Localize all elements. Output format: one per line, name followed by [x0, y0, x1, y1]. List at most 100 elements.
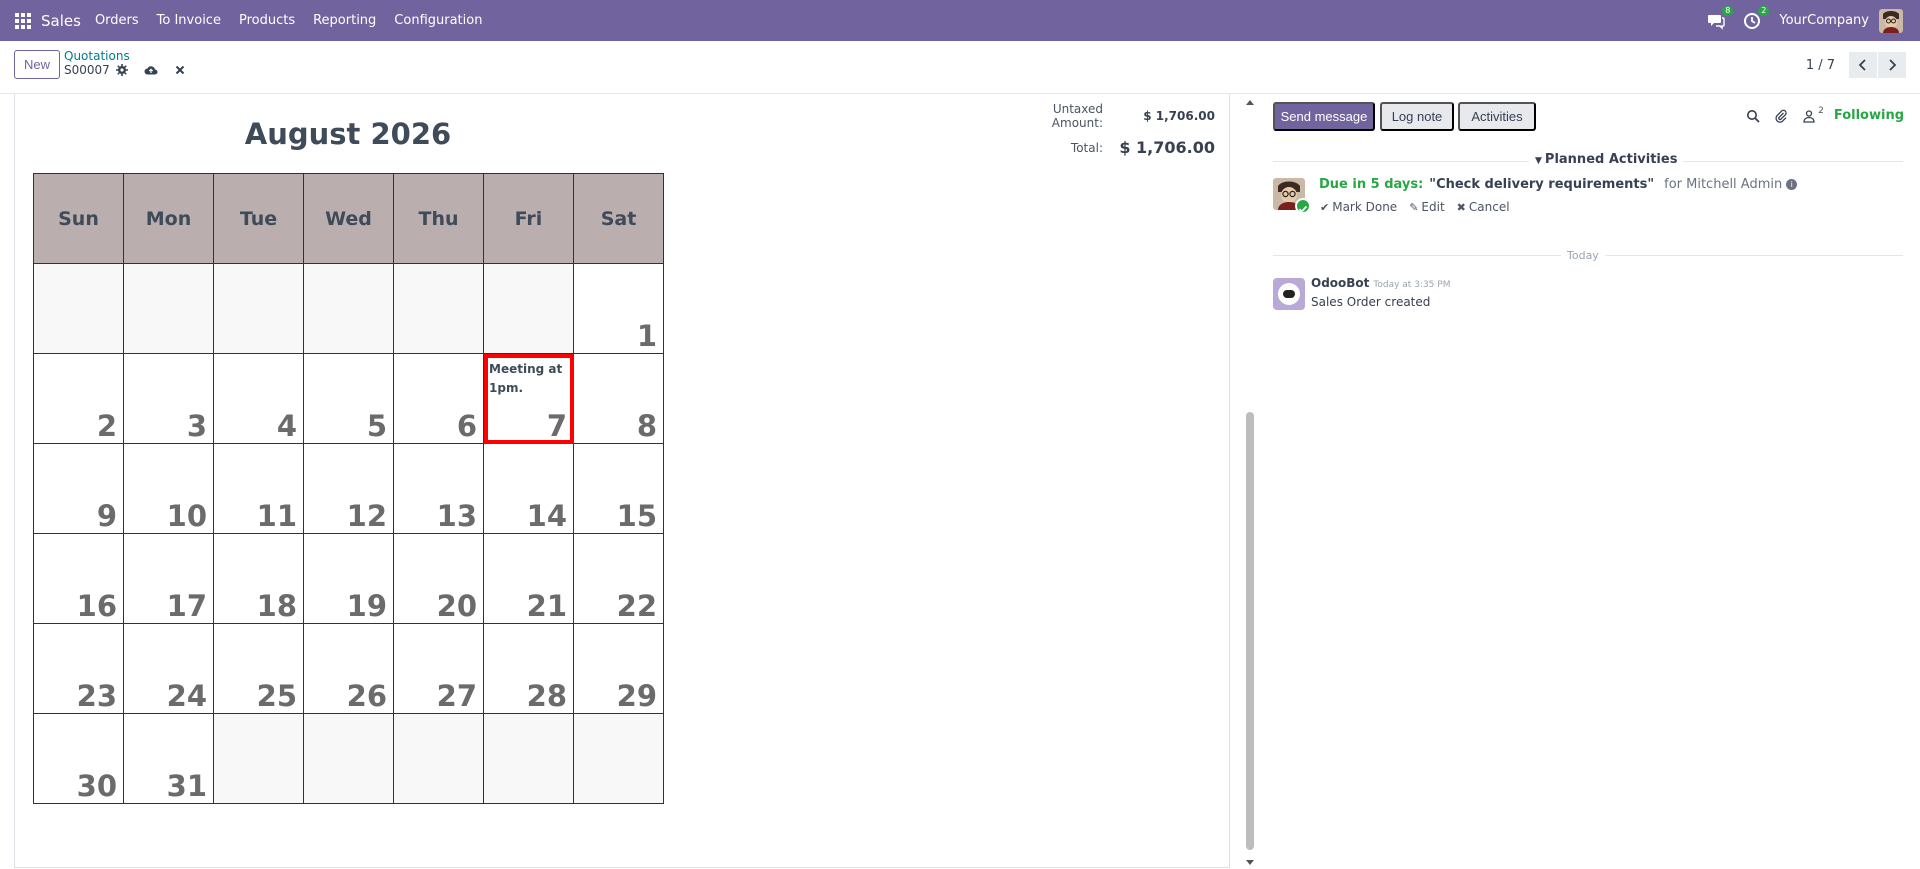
pencil-icon: ✎ [1409, 200, 1419, 214]
calendar-empty-cell[interactable] [304, 264, 394, 354]
calendar-day-number: 31 [166, 769, 207, 803]
calendar-day-9[interactable]: 9 [34, 444, 124, 534]
user-avatar[interactable] [1879, 8, 1903, 33]
calendar-day-19[interactable]: 19 [304, 534, 394, 624]
calendar-day-number: 8 [636, 409, 657, 443]
calendar-day-31[interactable]: 31 [124, 714, 214, 804]
form-scrollbar[interactable] [1244, 94, 1256, 869]
send-message-button[interactable]: Send message [1273, 102, 1375, 131]
calendar-day-26[interactable]: 26 [304, 624, 394, 714]
edit-activity-button[interactable]: ✎ Edit [1409, 200, 1444, 214]
log-note-button[interactable]: Log note [1380, 102, 1454, 131]
cancel-activity-button[interactable]: ✖ Cancel [1457, 200, 1510, 214]
calendar-day-6[interactable]: 6 [394, 354, 484, 444]
calendar-day-10[interactable]: 10 [124, 444, 214, 534]
apps-menu-icon[interactable] [15, 12, 31, 29]
mark-done-button[interactable]: ✔ Mark Done [1320, 200, 1397, 214]
calendar-empty-cell[interactable] [304, 714, 394, 804]
search-icon[interactable] [1746, 109, 1760, 123]
planned-activities-toggle[interactable]: ▼ Planned Activities [1529, 152, 1684, 167]
paperclip-icon[interactable] [1774, 109, 1788, 123]
followers-icon[interactable] [1802, 109, 1816, 123]
cancel-label: Cancel [1468, 200, 1510, 214]
menu-reporting[interactable]: Reporting [313, 13, 376, 28]
new-button[interactable]: New [14, 50, 60, 79]
scroll-up-arrow-icon[interactable] [1246, 100, 1254, 105]
info-icon[interactable]: i [1786, 179, 1798, 190]
menu-orders[interactable]: Orders [95, 13, 139, 28]
calendar-empty-cell[interactable] [484, 264, 574, 354]
message-author-name[interactable]: OdooBot [1311, 276, 1369, 290]
calendar-day-3[interactable]: 3 [124, 354, 214, 444]
odoobot-avatar [1273, 278, 1305, 310]
menu-to-invoice[interactable]: To Invoice [157, 13, 221, 28]
discard-icon[interactable] [174, 64, 186, 76]
messages-button[interactable]: 8 [1707, 5, 1734, 30]
message-body: Sales Order created [1311, 295, 1431, 309]
calendar-day-27[interactable]: 27 [394, 624, 484, 714]
scroll-thumb[interactable] [1246, 412, 1254, 850]
chatter-tools: 2 Following [1732, 106, 1904, 123]
total-label: Total: [1070, 140, 1103, 155]
calendar-day-number: 23 [76, 679, 117, 713]
calendar-day-25[interactable]: 25 [214, 624, 304, 714]
calendar-day-7[interactable]: Meeting at 1pm. 7 [484, 354, 574, 444]
calendar-empty-cell[interactable] [124, 264, 214, 354]
calendar-day-number: 17 [166, 589, 207, 623]
untaxed-label: Untaxed Amount: [1051, 102, 1103, 130]
calendar-day-1[interactable]: 1 [574, 264, 664, 354]
calendar-day-22[interactable]: 22 [574, 534, 664, 624]
calendar-day-8[interactable]: 8 [574, 354, 664, 444]
calendar-day-5[interactable]: 5 [304, 354, 394, 444]
pager-next-button[interactable] [1878, 52, 1906, 78]
calendar-day-28[interactable]: 28 [484, 624, 574, 714]
calendar-day-15[interactable]: 15 [574, 444, 664, 534]
calendar-day-11[interactable]: 11 [214, 444, 304, 534]
activities-button[interactable]: Activities [1458, 102, 1536, 131]
calendar-day-12[interactable]: 12 [304, 444, 394, 534]
calendar-event-note[interactable]: Meeting at 1pm. [489, 360, 569, 398]
calendar-day-21[interactable]: 21 [484, 534, 574, 624]
calendar-empty-cell[interactable] [34, 264, 124, 354]
company-switcher[interactable]: YourCompany [1779, 13, 1869, 28]
app-brand[interactable]: Sales [41, 12, 81, 30]
scroll-down-arrow-icon[interactable] [1246, 860, 1254, 865]
breadcrumb-quotations[interactable]: Quotations [64, 49, 130, 63]
following-button[interactable]: Following [1834, 108, 1904, 123]
save-cloud-icon[interactable] [144, 64, 158, 76]
pager-previous-button[interactable] [1849, 52, 1877, 78]
menu-products[interactable]: Products [239, 13, 295, 28]
calendar-day-2[interactable]: 2 [34, 354, 124, 444]
calendar-empty-cell[interactable] [394, 264, 484, 354]
calendar-day-14[interactable]: 14 [484, 444, 574, 534]
calendar-day-number: 12 [346, 499, 387, 533]
calendar-day-18[interactable]: 18 [214, 534, 304, 624]
chevron-right-icon [1889, 59, 1897, 71]
calendar-day-17[interactable]: 17 [124, 534, 214, 624]
calendar-empty-cell[interactable] [214, 714, 304, 804]
calendar-day-number: 21 [526, 589, 567, 623]
calendar-day-24[interactable]: 24 [124, 624, 214, 714]
calendar-day-16[interactable]: 16 [34, 534, 124, 624]
calendar-day-30[interactable]: 30 [34, 714, 124, 804]
calendar-day-23[interactable]: 23 [34, 624, 124, 714]
calendar-empty-cell[interactable] [214, 264, 304, 354]
calendar-day-4[interactable]: 4 [214, 354, 304, 444]
record-title: S00007 [64, 63, 202, 77]
menu-configuration[interactable]: Configuration [394, 13, 482, 28]
calendar-day-number: 19 [346, 589, 387, 623]
calendar-day-number: 27 [436, 679, 477, 713]
calendar-day-29[interactable]: 29 [574, 624, 664, 714]
calendar-empty-cell[interactable] [484, 714, 574, 804]
calendar-day-20[interactable]: 20 [394, 534, 484, 624]
calendar-day-13[interactable]: 13 [394, 444, 484, 534]
gear-icon[interactable] [115, 64, 128, 76]
total-value: $ 1,706.00 [1119, 138, 1215, 157]
calendar-day-number: 7 [546, 409, 567, 443]
calendar-day-number: 9 [96, 499, 117, 533]
pager-value[interactable]: 1 / 7 [1806, 58, 1835, 73]
calendar-empty-cell[interactable] [394, 714, 484, 804]
calendar-day-number: 24 [166, 679, 207, 713]
calendar-empty-cell[interactable] [574, 714, 664, 804]
activities-button[interactable]: 2 [1743, 5, 1770, 30]
